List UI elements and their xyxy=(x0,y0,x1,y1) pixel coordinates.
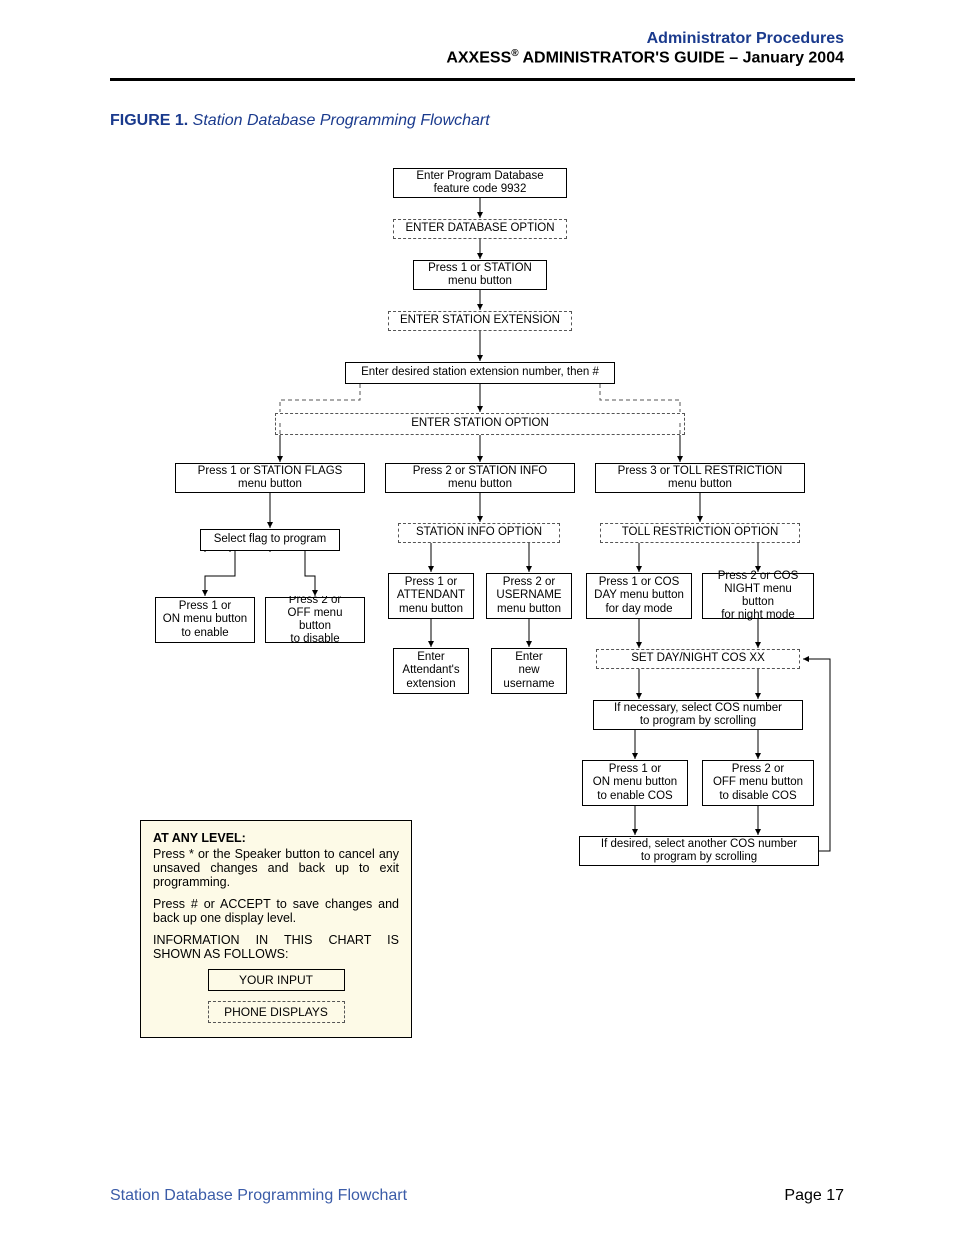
page: Administrator Procedures AXXESS® ADMINIS… xyxy=(0,0,954,1235)
footer-right: Page 17 xyxy=(784,1187,844,1205)
footer-left: Station Database Programming Flowchart xyxy=(110,1187,407,1205)
flowchart-arrows xyxy=(0,0,954,1235)
